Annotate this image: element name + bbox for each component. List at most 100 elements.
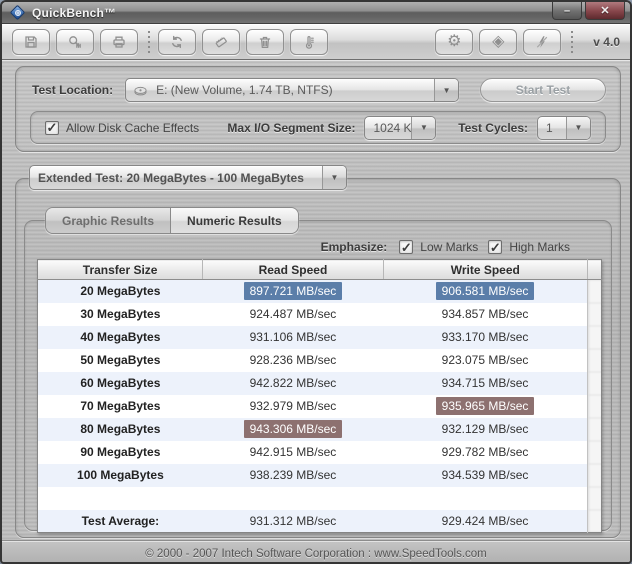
low-marks-label: Low Marks: [420, 240, 478, 254]
write-speed-value: 923.075 MB/sec: [442, 353, 529, 367]
allow-cache-label: Allow Disk Cache Effects: [66, 121, 199, 135]
write-speed-value: 935.965 MB/sec: [436, 397, 535, 415]
toolbar-separator: [571, 31, 573, 53]
write-speed-value: 934.715 MB/sec: [442, 376, 529, 390]
col-write-speed: Write Speed: [383, 260, 587, 280]
test-setup-group: Test Location: E: (New Volume, 1.74 TB, …: [15, 66, 621, 152]
results-group: Graphic Results Numeric Results Emphasiz…: [15, 178, 621, 538]
segment-size-value: 1024 KB: [365, 121, 411, 135]
print-icon: [111, 34, 127, 50]
write-speed-value: 906.581 MB/sec: [436, 282, 535, 300]
app-logo-icon: [10, 5, 25, 20]
write-speed-value: 934.857 MB/sec: [442, 307, 529, 321]
extended-test-select[interactable]: Extended Test: 20 MegaBytes - 100 MegaBy…: [29, 165, 347, 190]
power-button[interactable]: [523, 29, 561, 55]
test-location-label: Test Location:: [32, 83, 113, 97]
col-transfer-size: Transfer Size: [38, 260, 203, 280]
inspect-results-button[interactable]: [56, 29, 94, 55]
read-speed-value: 928.236 MB/sec: [250, 353, 337, 367]
version-label: v 4.0: [593, 35, 620, 49]
chevron-down-icon[interactable]: ▼: [322, 166, 346, 189]
results-table: Transfer Size Read Speed Write Speed 20 …: [37, 259, 602, 533]
read-speed-value: 942.822 MB/sec: [250, 376, 337, 390]
low-marks-checkbox[interactable]: ✓ Low Marks: [399, 240, 478, 254]
write-speed-value: 929.782 MB/sec: [442, 445, 529, 459]
scrollbar-track-header: [587, 260, 601, 280]
inspect-results-icon: [67, 34, 83, 50]
check-icon: ✓: [47, 121, 58, 134]
test-cycles-value: 1: [538, 121, 566, 135]
minimize-icon: –: [564, 5, 570, 17]
refresh-button[interactable]: [158, 29, 196, 55]
chevron-down-icon[interactable]: ▼: [411, 117, 435, 139]
temperature-button[interactable]: [290, 29, 328, 55]
emphasize-row: Emphasize: ✓ Low Marks ✓ High Marks: [321, 240, 570, 254]
close-icon: ✕: [600, 4, 609, 17]
emphasize-label: Emphasize:: [321, 240, 388, 254]
test-location-value: E: (New Volume, 1.74 TB, NTFS): [148, 83, 434, 97]
footer-text: © 2000 - 2007 Intech Software Corporatio…: [145, 548, 487, 560]
footer: © 2000 - 2007 Intech Software Corporatio…: [2, 540, 630, 564]
gear-icon: ⚙: [447, 34, 461, 50]
read-speed-value: 942.915 MB/sec: [250, 445, 337, 459]
table-row: 70 MegaBytes932.979 MB/sec935.965 MB/sec: [38, 395, 602, 418]
window-title: QuickBench™: [32, 6, 116, 20]
read-speed-value: 943.306 MB/sec: [244, 420, 343, 438]
title-bar[interactable]: QuickBench™ – ✕: [2, 2, 630, 24]
table-row: 90 MegaBytes942.915 MB/sec929.782 MB/sec: [38, 441, 602, 464]
table-row: 40 MegaBytes931.106 MB/sec933.170 MB/sec: [38, 326, 602, 349]
extended-test-value: Extended Test: 20 MegaBytes - 100 MegaBy…: [30, 171, 322, 185]
write-speed-value: 934.539 MB/sec: [442, 468, 529, 482]
start-test-button[interactable]: Start Test: [480, 78, 606, 102]
col-read-speed: Read Speed: [203, 260, 383, 280]
high-marks-checkbox[interactable]: ✓ High Marks: [488, 240, 570, 254]
memory-chip-icon: [213, 34, 229, 50]
tab-numeric-results[interactable]: Numeric Results: [171, 208, 298, 233]
test-cycles-select[interactable]: 1 ▼: [537, 116, 591, 140]
table-row: 100 MegaBytes938.239 MB/sec934.539 MB/se…: [38, 464, 602, 487]
results-table-body: 20 MegaBytes897.721 MB/sec906.581 MB/sec…: [38, 280, 602, 533]
quickbench-window: QuickBench™ – ✕: [0, 0, 632, 564]
test-cycles-label: Test Cycles:: [458, 121, 528, 135]
high-marks-label: High Marks: [509, 240, 570, 254]
tab-graphic-results[interactable]: Graphic Results: [46, 208, 171, 233]
segment-size-select[interactable]: 1024 KB ▼: [364, 116, 436, 140]
table-header-row: Transfer Size Read Speed Write Speed: [38, 260, 602, 280]
test-location-select[interactable]: E: (New Volume, 1.74 TB, NTFS) ▼: [125, 78, 459, 102]
table-row: 20 MegaBytes897.721 MB/sec906.581 MB/sec: [38, 280, 602, 303]
save-button[interactable]: [12, 29, 50, 55]
table-row: 50 MegaBytes928.236 MB/sec923.075 MB/sec: [38, 349, 602, 372]
read-speed-value: 931.106 MB/sec: [250, 330, 337, 344]
read-speed-value: 938.239 MB/sec: [250, 468, 337, 482]
check-icon: ✓: [401, 241, 412, 254]
table-row: 60 MegaBytes942.822 MB/sec934.715 MB/sec: [38, 372, 602, 395]
close-button[interactable]: ✕: [585, 2, 625, 20]
chevron-down-icon[interactable]: ▼: [566, 117, 590, 139]
chevron-down-icon[interactable]: ▼: [434, 79, 458, 101]
print-button[interactable]: [100, 29, 138, 55]
toolbar-separator: [148, 31, 150, 53]
read-speed-value: 924.487 MB/sec: [250, 307, 337, 321]
toolbar: ⚙ ◈ v 4.0: [2, 24, 630, 60]
memory-test-button[interactable]: [202, 29, 240, 55]
empty-row: [38, 487, 602, 510]
delete-results-button[interactable]: [246, 29, 284, 55]
save-icon: [23, 34, 39, 50]
allow-cache-checkbox[interactable]: ✓ Allow Disk Cache Effects: [45, 121, 199, 135]
table-row: 80 MegaBytes943.306 MB/sec932.129 MB/sec: [38, 418, 602, 441]
check-icon: ✓: [490, 241, 501, 254]
about-diamond-icon: ◈: [492, 34, 504, 50]
results-tabs: Graphic Results Numeric Results: [45, 207, 299, 234]
trash-icon: [257, 34, 273, 50]
table-row: 30 MegaBytes924.487 MB/sec934.857 MB/sec: [38, 303, 602, 326]
main-content: Test Location: E: (New Volume, 1.74 TB, …: [2, 60, 630, 540]
power-bolt-icon: [534, 34, 550, 50]
write-speed-value: 933.170 MB/sec: [442, 330, 529, 344]
write-speed-value: 932.129 MB/sec: [442, 422, 529, 436]
settings-button[interactable]: ⚙: [435, 29, 473, 55]
refresh-icon: [169, 34, 185, 50]
about-button[interactable]: ◈: [479, 29, 517, 55]
read-speed-value: 897.721 MB/sec: [244, 282, 343, 300]
minimize-button[interactable]: –: [552, 2, 582, 20]
average-row: Test Average:931.312 MB/sec929.424 MB/se…: [38, 510, 602, 533]
